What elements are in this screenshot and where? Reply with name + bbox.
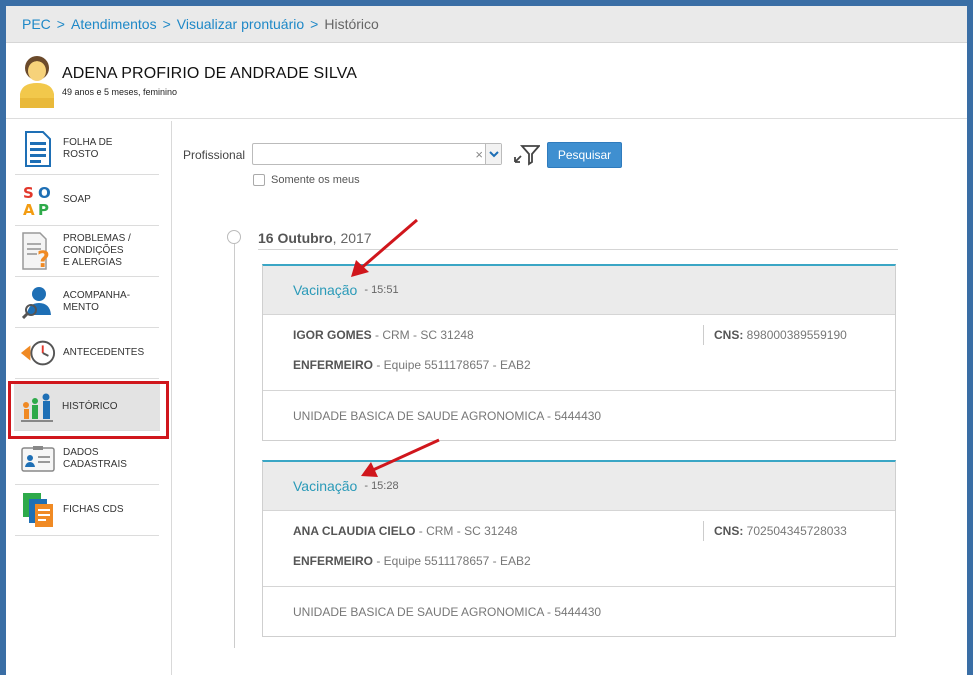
breadcrumb: PEC > Atendimentos > Visualizar prontuár… (6, 6, 967, 43)
sidebar-item-fichas-cds[interactable]: FICHAS CDS (15, 485, 159, 536)
history-entry-card[interactable]: Vacinação - 15:28 ANA CLAUDIA CIELO - CR… (262, 460, 896, 637)
app-window: PEC > Atendimentos > Visualizar prontuár… (6, 6, 967, 675)
breadcrumb-atendimentos[interactable]: Atendimentos (71, 16, 157, 32)
filter-icon[interactable] (514, 143, 540, 167)
main-content: Profissional × Pesquisar Somente os meus… (173, 121, 967, 675)
entry-time: - 15:28 (364, 480, 399, 492)
entry-role: ENFERMEIRO - Equipe 5511178657 - EAB2 (293, 554, 531, 568)
patient-avatar-icon (20, 55, 54, 108)
divider (703, 521, 704, 541)
annotation-arrow-icon (361, 438, 440, 477)
breadcrumb-separator: > (56, 16, 65, 32)
entry-body: IGOR GOMES - CRM - SC 31248 ENFERMEIRO -… (263, 315, 895, 391)
sidebar-item-label: FOLHA DE ROSTO (63, 137, 113, 160)
breadcrumb-separator: > (162, 16, 171, 32)
breadcrumb-current: Histórico (324, 16, 379, 32)
entry-cns: CNS: 898000389559190 (714, 328, 847, 342)
breadcrumb-separator: > (310, 16, 319, 32)
search-button[interactable]: Pesquisar (547, 142, 622, 168)
breadcrumb-pec[interactable]: PEC (22, 16, 51, 32)
entry-type[interactable]: Vacinação (293, 478, 357, 494)
entry-body: ANA CLAUDIA CIELO - CRM - SC 31248 ENFER… (263, 511, 895, 587)
svg-text:O: O (38, 184, 51, 202)
soap-icon: S O A P (20, 180, 56, 220)
patient-name: ADENA PROFIRIO DE ANDRADE SILVA (62, 64, 358, 82)
svg-text:P: P (38, 201, 49, 217)
annotation-arrow-icon (351, 218, 418, 277)
sidebar-item-soap[interactable]: S O A P SOAP (15, 175, 159, 226)
checkbox-label: Somente os meus (271, 174, 360, 186)
professional-label: Profissional (183, 148, 246, 162)
entry-unit: UNIDADE BASICA DE SAUDE AGRONOMICA - 544… (293, 408, 602, 423)
professional-select[interactable]: × (252, 143, 502, 165)
patient-header: ADENA PROFIRIO DE ANDRADE SILVA 49 anos … (6, 43, 967, 119)
person-search-icon (20, 282, 56, 322)
history-entry-card[interactable]: Vacinação - 15:51 IGOR GOMES - CRM - SC … (262, 264, 896, 441)
entry-role: ENFERMEIRO - Equipe 5511178657 - EAB2 (293, 358, 531, 372)
divider (703, 325, 704, 345)
svg-text:A: A (23, 201, 35, 217)
forms-icon (20, 490, 56, 530)
sidebar-item-folha-de-rosto[interactable]: FOLHA DE ROSTO (15, 124, 159, 175)
timeline-line (234, 238, 235, 648)
document-icon (20, 129, 56, 169)
question-document-icon: ? (20, 231, 56, 271)
id-card-icon (20, 439, 56, 479)
sidebar-item-problemas[interactable]: ? PROBLEMAS / CONDIÇÕES E ALERGIAS (15, 226, 159, 277)
clear-icon[interactable]: × (475, 147, 483, 162)
sidebar-item-label: SOAP (63, 194, 91, 205)
sidebar-item-label: FICHAS CDS (63, 504, 124, 515)
sidebar-item-antecedentes[interactable]: ANTECEDENTES (15, 328, 159, 379)
entry-cns: CNS: 702504345728033 (714, 524, 847, 538)
entry-professional: IGOR GOMES - CRM - SC 31248 (293, 328, 474, 342)
svg-text:S: S (23, 184, 34, 202)
entry-unit: UNIDADE BASICA DE SAUDE AGRONOMICA - 544… (293, 604, 602, 619)
sidebar-item-label: PROBLEMAS / CONDIÇÕES E ALERGIAS (63, 233, 131, 268)
svg-text:?: ? (37, 248, 50, 270)
sidebar-item-label: DADOS CADASTRAIS (63, 447, 127, 470)
sidebar-item-acompanhamento[interactable]: ACOMPANHA- MENTO (15, 277, 159, 328)
entry-professional: ANA CLAUDIA CIELO - CRM - SC 31248 (293, 524, 518, 538)
sidebar-item-dados-cadastrais[interactable]: DADOS CADASTRAIS (15, 434, 159, 485)
sidebar: FOLHA DE ROSTO S O A P SOAP ? PROBLEMAS … (6, 121, 172, 675)
chevron-down-icon[interactable] (485, 144, 501, 164)
timeline-dot (227, 230, 241, 244)
checkbox-box[interactable] (253, 174, 265, 186)
only-mine-checkbox[interactable]: Somente os meus (253, 174, 360, 186)
breadcrumb-visualizar-prontuario[interactable]: Visualizar prontuário (177, 16, 304, 32)
sidebar-item-label: ANTECEDENTES (63, 347, 145, 358)
sidebar-item-label: ACOMPANHA- MENTO (63, 290, 131, 313)
patient-info: 49 anos e 5 meses, feminino (62, 86, 178, 97)
active-highlight (8, 381, 169, 439)
clock-back-icon (20, 333, 56, 373)
